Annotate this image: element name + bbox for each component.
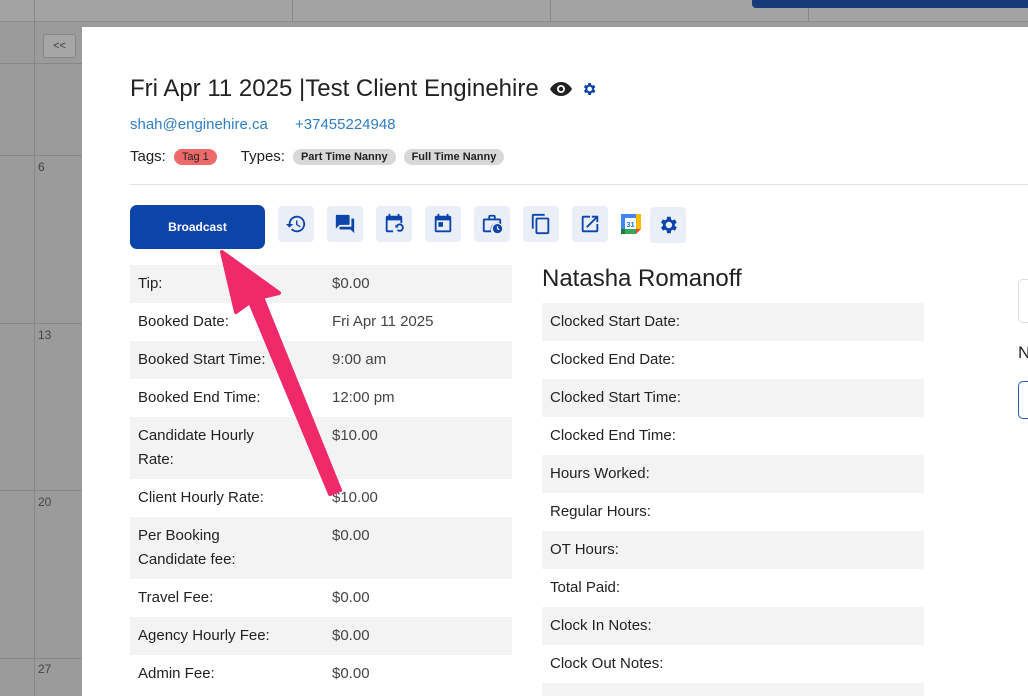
external-link-icon[interactable] <box>572 206 608 242</box>
client-phone-link[interactable]: +37455224948 <box>295 116 396 133</box>
clock-field: Clocked Start Date: <box>542 303 924 341</box>
clock-field: OT Hours: <box>542 531 924 569</box>
detail-value: Fri Apr 11 2025 <box>332 313 434 330</box>
calendar-day-number: 27 <box>38 662 52 676</box>
chat-icon[interactable] <box>327 206 363 242</box>
briefcase-clock-icon[interactable] <box>474 206 510 242</box>
detail-row: Booked Start Time: 9:00 am <box>130 341 512 379</box>
type-chip: Full Time Nanny <box>403 148 505 165</box>
clock-field: Hours Worked: <box>542 455 924 493</box>
calendar-header <box>0 0 1028 22</box>
calendar-day-number: 20 <box>38 495 52 509</box>
detail-value: $0.00 <box>332 665 370 682</box>
detail-label: Admin Fee: <box>138 665 215 682</box>
detail-row: Agency Hourly Fee: $0.00 <box>130 617 512 655</box>
clock-field-overflow <box>542 683 924 696</box>
clock-field: Regular Hours: <box>550 503 651 520</box>
copy-icon[interactable] <box>523 206 559 242</box>
client-email-link[interactable]: shah@enginehire.ca <box>130 116 268 133</box>
divider <box>130 184 1028 185</box>
detail-value: $0.00 <box>332 275 370 292</box>
detail-row: Candidate Hourly Rate: $10.00 <box>130 417 512 479</box>
detail-label: Client Hourly Rate: <box>138 489 264 506</box>
side-label: N <box>1018 343 1028 362</box>
side-card <box>1018 279 1028 323</box>
detail-label: Candidate Hourly Rate: <box>138 427 254 468</box>
tag-chip: Tag 1 <box>173 148 217 165</box>
candidate-name: Natasha Romanoff <box>542 265 742 292</box>
types-label: Types: <box>240 148 285 165</box>
clock-field: Clocked End Time: <box>550 427 676 444</box>
detail-row: Client Hourly Rate: $10.00 <box>130 479 512 517</box>
google-calendar-day: 31 <box>626 220 634 229</box>
calendar-top-bar <box>752 0 1028 8</box>
side-input[interactable] <box>1018 381 1028 419</box>
detail-label: Agency Hourly Fee: <box>138 627 270 644</box>
booking-details-table: Tip: $0.00 Booked Date: Fri Apr 11 2025 Bo… <box>130 265 512 693</box>
detail-label: Tip: <box>138 275 163 292</box>
detail-row: Booked End Time: 12:00 pm <box>130 379 512 417</box>
detail-row: Booked Date: Fri Apr 11 2025 <box>130 303 512 341</box>
detail-value: $0.00 <box>332 627 370 644</box>
detail-row: Tip: $0.00 <box>130 265 512 303</box>
detail-label: Booked Date: <box>138 313 229 330</box>
detail-row: Admin Fee: $0.00 <box>130 655 512 693</box>
tags-label: Tags: <box>130 148 166 165</box>
booking-date: Fri Apr 11 2025 <box>130 75 293 102</box>
tags-row: Tags: Tag 1 Types: Part Time Nanny Full … <box>130 148 505 165</box>
clock-field: Clocked End Date: <box>550 351 676 368</box>
clock-details-table: Clocked Start Date: Clocked End Date: Cl… <box>542 303 924 696</box>
calendar-day-number: 13 <box>38 328 52 342</box>
detail-row: Per Booking Candidate fee: $0.00 <box>130 517 512 579</box>
eye-icon[interactable] <box>549 81 573 97</box>
calendar-icon[interactable] <box>425 206 461 242</box>
clock-field: Clock Out Notes: <box>550 655 664 672</box>
clock-field: Total Paid: <box>550 579 621 596</box>
detail-value: 12:00 pm <box>332 389 395 406</box>
broadcast-button[interactable]: Broadcast <box>130 205 265 249</box>
booking-detail-modal: Fri Apr 11 2025 | Test Client Enginehire … <box>82 27 1028 696</box>
detail-value: $10.00 <box>332 427 378 444</box>
google-calendar-icon[interactable]: 31 <box>621 214 641 234</box>
calendar-refresh-icon[interactable] <box>376 206 412 242</box>
type-chip: Part Time Nanny <box>292 148 396 165</box>
detail-label: Booked End Time: <box>138 389 261 406</box>
detail-value: 9:00 am <box>332 351 387 368</box>
gear-icon[interactable] <box>650 207 686 243</box>
detail-value: $0.00 <box>332 589 370 606</box>
client-name: Test Client Enginehire <box>305 75 539 102</box>
calendar-prev-button[interactable]: << <box>43 34 76 58</box>
gear-icon[interactable] <box>581 81 597 97</box>
detail-value: $0.00 <box>332 527 370 544</box>
detail-label: Booked Start Time: <box>138 351 266 368</box>
detail-value: $10.00 <box>332 489 378 506</box>
clock-field: Clock In Notes: <box>542 607 924 645</box>
calendar-day-number: 6 <box>38 160 45 174</box>
history-icon[interactable] <box>278 206 314 242</box>
detail-label: Travel Fee: <box>138 589 214 606</box>
detail-label: Per Booking Candidate fee: <box>138 527 236 568</box>
detail-row: Travel Fee: $0.00 <box>130 579 512 617</box>
clock-field: Clocked Start Time: <box>542 379 924 417</box>
booking-title: Fri Apr 11 2025 | Test Client Enginehire <box>130 75 605 103</box>
